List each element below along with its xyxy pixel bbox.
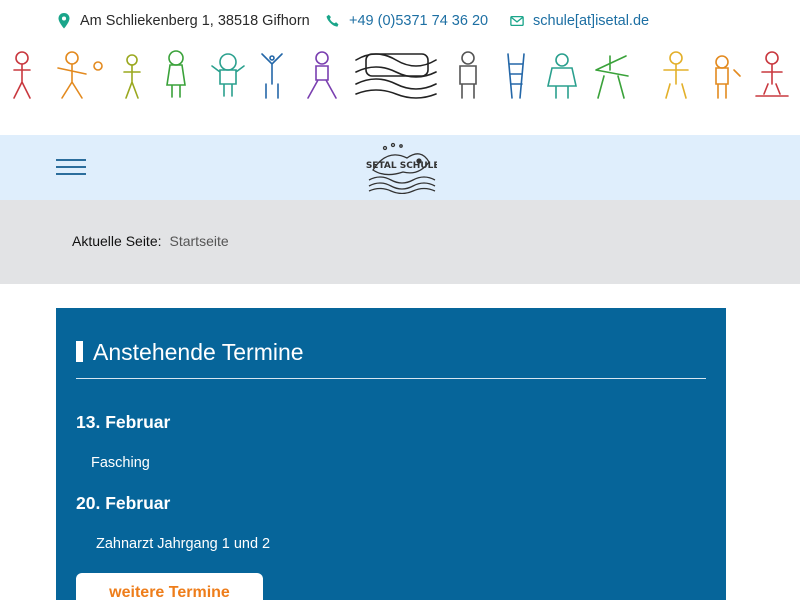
event-name[interactable]: Zahnarzt Jahrgang 1 und 2	[96, 536, 270, 552]
contact-bar: Am Schliekenberg 1, 38518 Gifhorn +49 (0…	[0, 0, 800, 42]
phone-link[interactable]: +49 (0)5371 74 36 20	[349, 13, 488, 29]
phone-icon	[326, 14, 339, 27]
phone-contact[interactable]: +49 (0)5371 74 36 20	[326, 12, 488, 30]
events-panel: Anstehende Termine 13. Februar Fasching …	[56, 308, 726, 600]
events-title: Anstehende Termine	[93, 339, 304, 365]
breadcrumb-label: Aktuelle Seite:	[72, 233, 162, 249]
envelope-icon	[510, 15, 524, 27]
event-name[interactable]: Fasching	[91, 455, 150, 471]
email-contact[interactable]: schule[at]isetal.de	[510, 12, 649, 30]
title-divider	[76, 378, 706, 379]
title-accent-bar	[76, 341, 83, 362]
school-logo[interactable]: ISETAL SCHULE	[365, 140, 437, 194]
map-pin-icon	[58, 13, 70, 29]
event-date: 13. Februar	[76, 412, 171, 432]
children-drawings-banner	[13, 50, 789, 99]
email-link[interactable]: schule[at]isetal.de	[533, 13, 649, 29]
menu-line	[56, 173, 86, 175]
hamburger-menu-icon[interactable]	[56, 157, 86, 177]
breadcrumb: Aktuelle Seite: Startseite	[72, 233, 229, 249]
menu-line	[56, 159, 86, 161]
logo-text: ISETAL SCHULE	[365, 161, 437, 171]
address-text: Am Schliekenberg 1, 38518 Gifhorn	[80, 13, 310, 29]
breadcrumb-current[interactable]: Startseite	[170, 233, 229, 249]
address-contact: Am Schliekenberg 1, 38518 Gifhorn	[57, 12, 310, 30]
more-events-button[interactable]: weitere Termine	[76, 573, 263, 600]
event-date: 20. Februar	[76, 493, 171, 513]
menu-line	[56, 166, 86, 168]
